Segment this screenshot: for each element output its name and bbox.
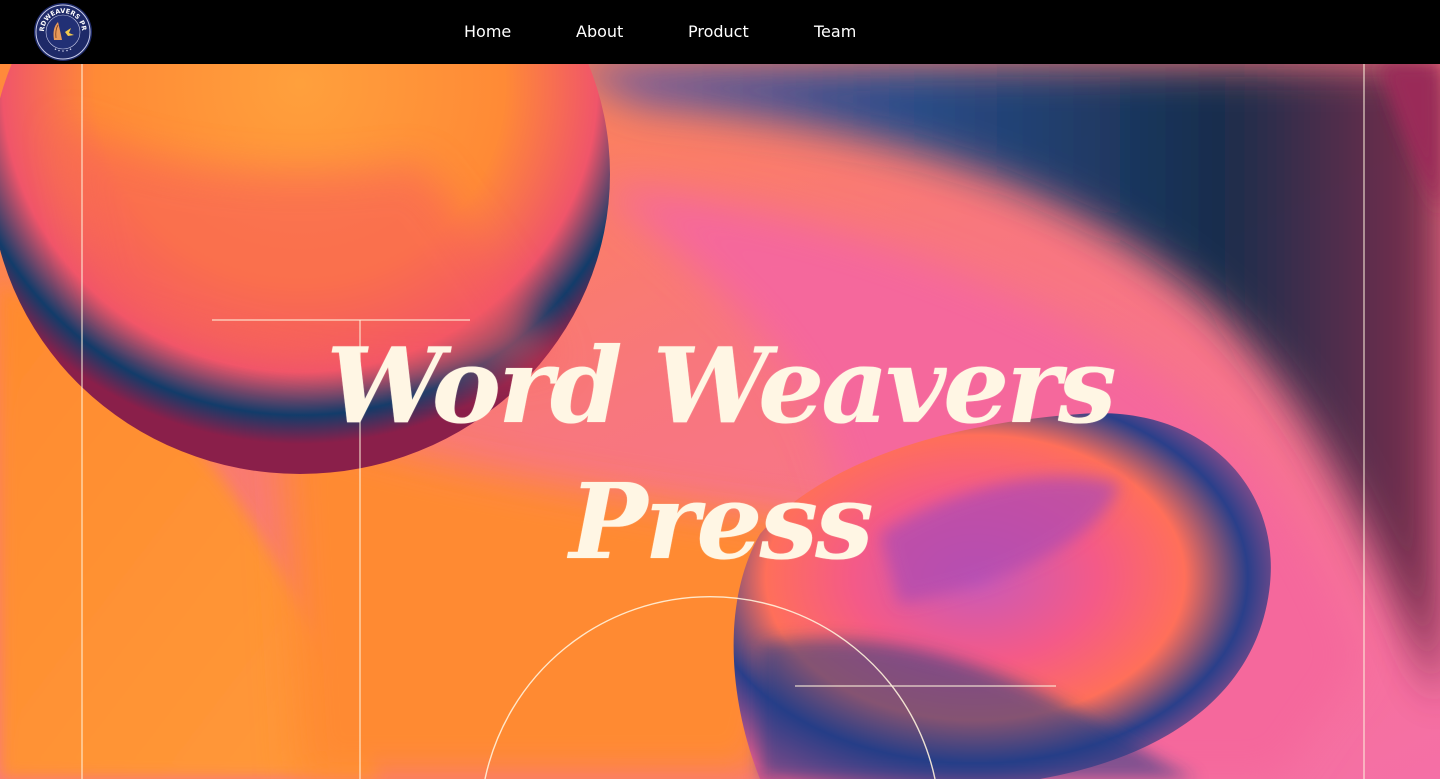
hero-title-line-2: Press <box>569 460 873 583</box>
nav-team[interactable]: Team <box>814 20 856 44</box>
wordweavers-press-logo[interactable]: WORDWEAVERS PRESS <box>32 2 94 62</box>
nav-home[interactable]: Home <box>464 20 511 44</box>
top-navbar: WORDWEAVERS PRESS Home About Product Tea… <box>0 0 1440 64</box>
nav-product[interactable]: Product <box>688 20 749 44</box>
hero-section: Word Weavers Press <box>0 64 1440 779</box>
nav-about[interactable]: About <box>576 20 623 44</box>
hero-title-line-1: Word Weavers <box>326 324 1116 447</box>
